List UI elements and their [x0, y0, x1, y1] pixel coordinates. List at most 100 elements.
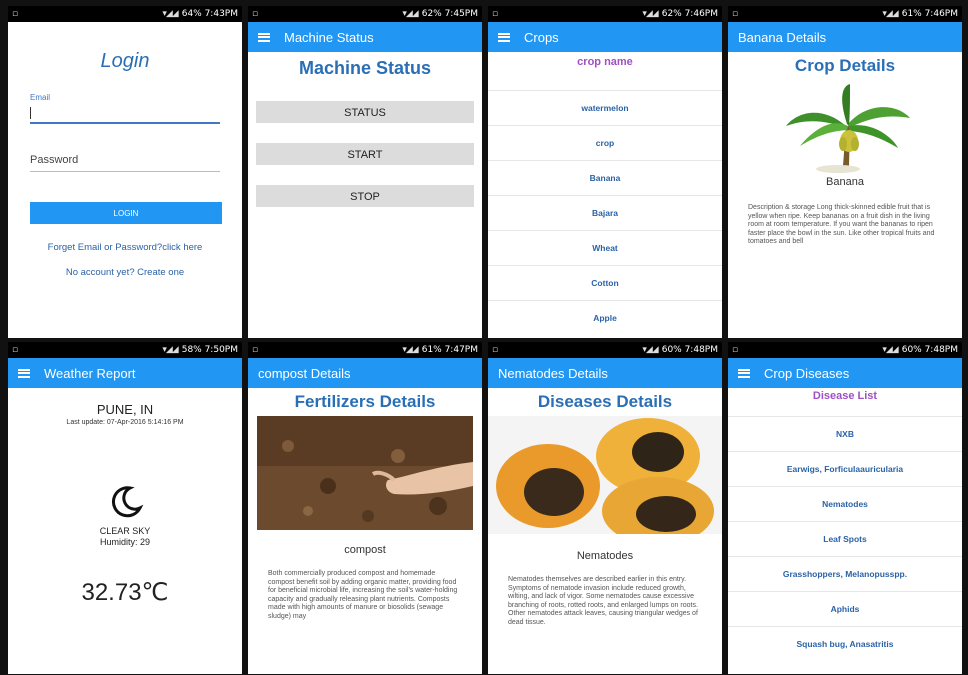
signal-icon: ▾◢◢: [162, 9, 178, 19]
email-field[interactable]: [30, 104, 220, 124]
list-item[interactable]: watermelon: [488, 90, 722, 125]
banana-details-screen: ▫ ▾◢◢ 61% 7:46PM Banana Details Crop Det…: [728, 6, 962, 338]
disease-description: Nematodes themselves are described earli…: [508, 576, 698, 626]
crop-name: Banana: [826, 176, 864, 188]
signal-icon: ▾◢◢: [882, 345, 898, 355]
app-bar: compost Details: [248, 358, 482, 388]
app-bar: Crops: [488, 22, 722, 52]
list-item[interactable]: Aphids: [728, 591, 962, 626]
start-button[interactable]: START: [256, 143, 474, 165]
status-bar: ▫ ▾◢◢ 61% 7:47PM: [248, 342, 482, 358]
humidity: Humidity: 29: [99, 537, 151, 547]
fertilizer-name: compost: [344, 544, 386, 556]
sky-condition: CLEAR SKY: [99, 526, 151, 536]
list-item[interactable]: Cotton: [488, 265, 722, 300]
login-button[interactable]: LOGIN: [30, 202, 222, 224]
signal-icon: ▾◢◢: [882, 9, 898, 19]
list-header: Disease List: [812, 390, 878, 402]
page-title: Crop Details: [794, 56, 896, 75]
list-item[interactable]: Leaf Spots: [728, 521, 962, 556]
menu-icon[interactable]: [498, 32, 510, 42]
moon-icon: [111, 486, 144, 518]
compost-details-screen: ▫ ▾◢◢ 61% 7:47PM compost Details Fertili…: [248, 342, 482, 674]
app-bar: Banana Details: [728, 22, 962, 52]
notification-icon: ▫: [492, 9, 499, 19]
status-text: 62% 7:45PM: [421, 9, 478, 19]
compost-image: [257, 416, 473, 530]
notification-icon: ▫: [732, 345, 739, 355]
list-item[interactable]: NXB: [728, 416, 962, 451]
status-bar: ▫ ▾◢◢ 60% 7:48PM: [728, 342, 962, 358]
notification-icon: ▫: [492, 345, 499, 355]
signal-icon: ▾◢◢: [642, 345, 658, 355]
fertilizer-description: Both commercially produced compost and h…: [268, 570, 458, 620]
forgot-password-link[interactable]: Forget Email or Password?click here: [8, 242, 242, 253]
status-text: 62% 7:46PM: [661, 9, 718, 19]
notification-icon: ▫: [12, 9, 19, 19]
app-bar-title: Weather Report: [44, 365, 136, 381]
app-bar: Nematodes Details: [488, 358, 722, 388]
status-bar: ▫ ▾◢◢ 64% 7:43PM: [8, 6, 242, 22]
menu-icon[interactable]: [258, 32, 270, 42]
app-bar: Machine Status: [248, 22, 482, 52]
app-bar-title: Banana Details: [738, 29, 827, 45]
page-title: Diseases Details: [537, 392, 673, 411]
menu-icon[interactable]: [18, 368, 30, 378]
banana-tree-image: [786, 84, 910, 173]
notification-icon: ▫: [252, 9, 259, 19]
app-bar-title: Crop Diseases: [764, 365, 850, 381]
status-bar: ▫ ▾◢◢ 60% 7:48PM: [488, 342, 722, 358]
last-update: Last update: 07-Apr-2016 5:14:16 PM: [66, 419, 184, 426]
status-button[interactable]: STATUS: [256, 101, 474, 123]
list-item[interactable]: Banana: [488, 160, 722, 195]
list-item[interactable]: Squash bug, Anasatritis: [728, 626, 962, 661]
app-bar-title: compost Details: [258, 365, 351, 381]
app-bar: Weather Report: [8, 358, 242, 388]
password-field[interactable]: Password: [30, 154, 220, 172]
list-item[interactable]: Wheat: [488, 230, 722, 265]
crops-screen: ▫ ▾◢◢ 62% 7:46PM Crops crop name waterme…: [488, 6, 722, 338]
menu-icon[interactable]: [738, 368, 750, 378]
diseased-fruit-image: [488, 416, 722, 534]
status-text: 64% 7:43PM: [181, 9, 238, 19]
machine-status-screen: ▫ ▾◢◢ 62% 7:45PM Machine Status Machine …: [248, 6, 482, 338]
app-bar-title: Crops: [524, 29, 559, 45]
list-item[interactable]: crop: [488, 125, 722, 160]
signal-icon: ▾◢◢: [162, 345, 178, 355]
list-item[interactable]: Nematodes: [728, 486, 962, 521]
create-account-link[interactable]: No account yet? Create one: [8, 267, 242, 278]
text-cursor: [30, 107, 31, 119]
status-text: 60% 7:48PM: [901, 345, 958, 355]
status-text: 60% 7:48PM: [661, 345, 718, 355]
app-bar: Crop Diseases: [728, 358, 962, 388]
list-item[interactable]: Apple: [488, 300, 722, 335]
nematodes-details-screen: ▫ ▾◢◢ 60% 7:48PM Nematodes Details Disea…: [488, 342, 722, 674]
status-bar: ▫ ▾◢◢ 62% 7:46PM: [488, 6, 722, 22]
list-item[interactable]: Earwigs, Forficulaauricularia: [728, 451, 962, 486]
list-item[interactable]: Grasshoppers, Melanopusspp.: [728, 556, 962, 591]
signal-icon: ▾◢◢: [402, 345, 418, 355]
signal-icon: ▾◢◢: [642, 9, 658, 19]
status-bar: ▫ ▾◢◢ 62% 7:45PM: [248, 6, 482, 22]
app-bar-title: Nematodes Details: [498, 365, 608, 381]
signal-icon: ▾◢◢: [402, 9, 418, 19]
status-bar: ▫ ▾◢◢ 58% 7:50PM: [8, 342, 242, 358]
stop-button[interactable]: STOP: [256, 185, 474, 207]
login-screen: ▫ ▾◢◢ 64% 7:43PM Login Email Password LO…: [8, 6, 242, 338]
temperature: 32.73℃: [81, 579, 169, 606]
list-header: crop name: [577, 56, 633, 68]
page-title: Login: [100, 50, 150, 72]
crop-description: Description & storage Long thick-skinned…: [748, 204, 935, 245]
status-text: 58% 7:50PM: [181, 345, 238, 355]
status-text: 61% 7:46PM: [901, 9, 958, 19]
weather-screen: ▫ ▾◢◢ 58% 7:50PM Weather Report PUNE, IN…: [8, 342, 242, 674]
notification-icon: ▫: [732, 9, 739, 19]
list-item[interactable]: Bajara: [488, 195, 722, 230]
status-bar: ▫ ▾◢◢ 61% 7:46PM: [728, 6, 962, 22]
crop-diseases-screen: ▫ ▾◢◢ 60% 7:48PM Crop Diseases Disease L…: [728, 342, 962, 674]
notification-icon: ▫: [252, 345, 259, 355]
city-name: PUNE, IN: [96, 402, 154, 417]
notification-icon: ▫: [12, 345, 19, 355]
page-title: Machine Status: [298, 58, 432, 78]
page-title: Fertilizers Details: [294, 392, 436, 411]
